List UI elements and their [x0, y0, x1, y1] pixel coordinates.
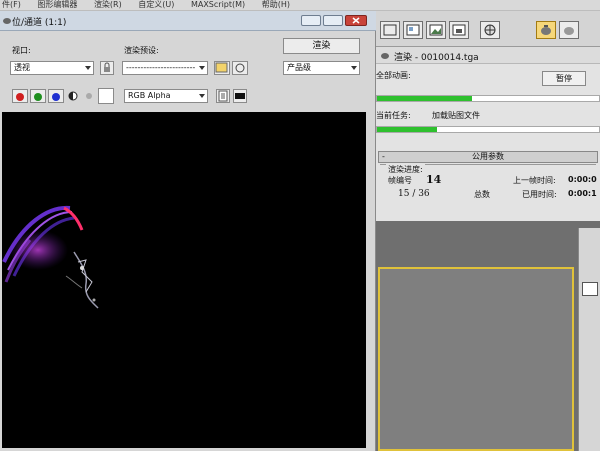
picture-icon — [429, 24, 443, 36]
red-dot-icon — [16, 93, 24, 101]
group-title: 渲染进度: — [386, 164, 425, 175]
render-setup-icon — [406, 24, 420, 36]
current-task-label: 当前任务: — [376, 111, 411, 120]
render-progress-window: 渲染 - 0010014.tga 全部动画: 暂停 当前任务: 加载贴图文件 -… — [376, 47, 600, 221]
render-setup-icon — [215, 62, 228, 73]
rollout-title: 公用参数 — [472, 152, 504, 161]
task-progress-fill — [377, 127, 437, 132]
particle-render-image — [2, 205, 99, 309]
rendered-frame-window: 位/通道 (1:1) 视口: 透视 渲染预设: ----------------… — [0, 11, 376, 451]
total-animation-label: 全部动画: — [376, 71, 411, 80]
minimize-button[interactable] — [301, 15, 321, 26]
display-toggle-button[interactable] — [216, 89, 230, 103]
panel-checkbox[interactable] — [582, 282, 598, 296]
gray-circle-icon — [86, 93, 92, 99]
last-frame-time-value: 0:00:0 — [568, 175, 597, 184]
chevron-down-icon — [199, 94, 205, 98]
blue-dot-icon — [52, 93, 60, 101]
channel-select[interactable]: RGB Alpha — [124, 89, 208, 103]
toolbar-render-setup-button[interactable] — [403, 21, 423, 39]
chevron-down-icon — [351, 66, 357, 70]
toolbar-render-iterative-button[interactable] — [559, 21, 579, 39]
elapsed-time-label: 已用时间: — [522, 190, 557, 199]
green-dot-icon — [34, 93, 42, 101]
viewport-select-value: 透视 — [14, 63, 30, 72]
blue-channel-toggle[interactable] — [48, 89, 64, 103]
toolbar-render-active-button[interactable] — [536, 21, 556, 39]
toolbar-environment-button[interactable] — [480, 21, 500, 39]
viewport-label: 视口: — [12, 46, 31, 55]
quality-select-value: 产品级 — [287, 63, 311, 72]
teapot-icon — [541, 25, 551, 35]
half-circle-icon — [68, 91, 78, 101]
red-channel-toggle[interactable] — [12, 89, 28, 103]
preset-select-value: ------------------------ — [126, 63, 196, 72]
color-display-button[interactable] — [233, 89, 247, 103]
main-toolbar — [376, 11, 600, 47]
viewport-select[interactable]: 透视 — [10, 61, 94, 75]
preset-label: 渲染预设: — [124, 46, 159, 55]
rollout-toggle: - — [382, 152, 385, 161]
frame-number-value: 14 — [426, 173, 442, 186]
menu-customize[interactable]: 自定义(U) — [138, 0, 174, 10]
chevron-down-icon — [199, 66, 205, 70]
page-icon — [218, 90, 228, 102]
task-progress-bar — [376, 126, 600, 133]
menu-maxscript[interactable]: MAXScript(M) — [191, 0, 245, 10]
toolbar-render-frame-button[interactable] — [380, 21, 400, 39]
quality-select[interactable]: 产品级 — [283, 61, 360, 75]
total-progress-bar — [376, 95, 600, 102]
chevron-down-icon — [85, 66, 91, 70]
background-color-swatch[interactable] — [98, 88, 114, 104]
pause-button[interactable]: 暂停 — [542, 71, 586, 86]
menu-graph-editors[interactable]: 图形编辑器 — [37, 0, 77, 10]
elapsed-time-value: 0:00:1 — [568, 189, 597, 198]
active-viewport[interactable] — [378, 267, 574, 451]
mono-toggle[interactable] — [82, 89, 96, 103]
monitor-icon — [235, 93, 245, 99]
command-panel-strip — [578, 228, 600, 451]
main-menubar: 件(F) 图形编辑器 渲染(R) 自定义(U) MAXScript(M) 帮助(… — [0, 0, 600, 11]
globe-icon — [235, 63, 245, 73]
frame-window-title: 位/通道 (1:1) — [12, 18, 67, 28]
lock-icon — [104, 62, 110, 72]
channel-select-value: RGB Alpha — [128, 91, 171, 100]
menu-help[interactable]: 帮助(H) — [262, 0, 290, 10]
last-frame-time-label: 上一帧时间: — [513, 176, 556, 185]
common-parameters-rollout[interactable]: - 公用参数 — [378, 151, 598, 163]
render-button[interactable]: 渲染 — [283, 38, 360, 54]
render-progress-group: 渲染进度: 帧编号 14 15 / 36 总数 上一帧时间: 0:00:0 已用… — [380, 164, 597, 221]
teapot-icon — [381, 53, 389, 59]
total-label: 总数 — [474, 190, 490, 199]
progress-window-title: 渲染 - 0010014.tga — [394, 53, 479, 63]
render-setup-button[interactable] — [214, 61, 230, 75]
preset-select[interactable]: ------------------------ — [122, 61, 208, 75]
green-channel-toggle[interactable] — [30, 89, 46, 103]
environment-button[interactable] — [232, 61, 248, 75]
globe-icon — [484, 24, 496, 36]
progress-window-titlebar: 渲染 - 0010014.tga — [376, 47, 600, 64]
close-button[interactable] — [345, 15, 367, 26]
frame-count: 15 / 36 — [398, 189, 430, 199]
frame-number-label: 帧编号 — [388, 176, 412, 185]
menu-file[interactable]: 件(F) — [2, 0, 21, 10]
frame-window-titlebar: 位/通道 (1:1) — [0, 11, 376, 31]
teapot-icon — [3, 18, 11, 24]
close-icon — [352, 17, 360, 24]
total-progress-fill — [377, 96, 473, 101]
menu-rendering[interactable]: 渲染(R) — [94, 0, 122, 10]
toolbar-rendered-frame-button[interactable] — [426, 21, 446, 39]
maximize-button[interactable] — [323, 15, 343, 26]
teapot-frame-icon — [452, 24, 466, 36]
rendered-image — [2, 112, 366, 448]
current-task-value: 加载贴图文件 — [432, 111, 480, 120]
lock-viewport-button[interactable] — [100, 61, 114, 75]
teapot-cycle-icon — [564, 27, 574, 35]
alpha-toggle[interactable] — [66, 89, 80, 103]
toolbar-quick-render-button[interactable] — [449, 21, 469, 39]
frame-icon — [383, 24, 397, 36]
